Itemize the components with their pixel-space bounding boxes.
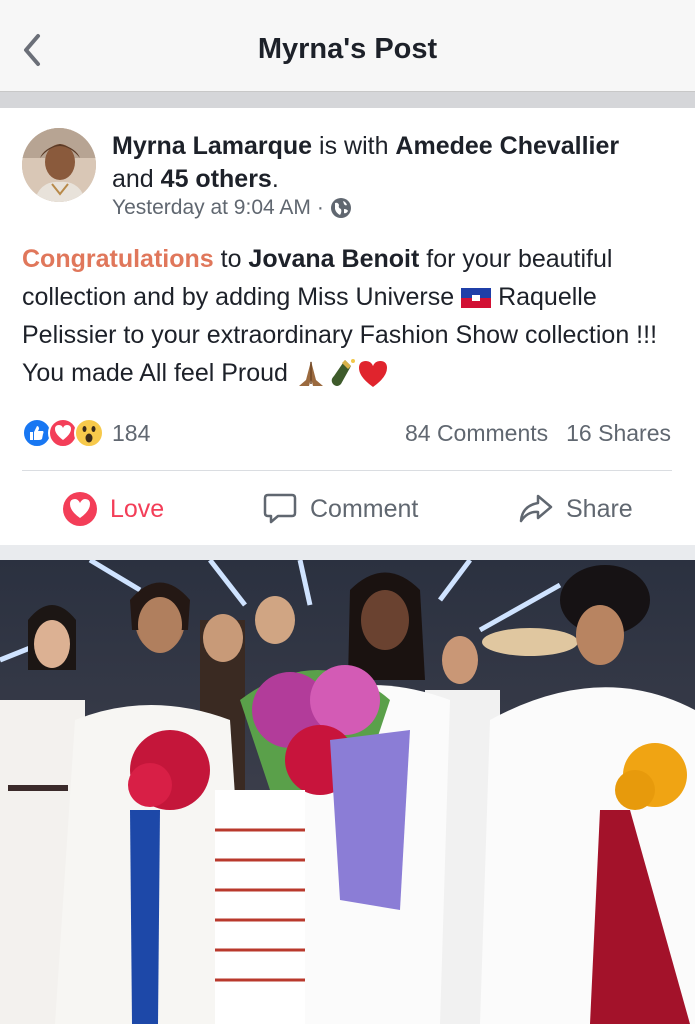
avatar[interactable]	[22, 128, 96, 202]
love-label: Love	[110, 494, 165, 523]
reaction-summary[interactable]: 184	[22, 418, 150, 448]
and-text: and	[112, 165, 161, 193]
separator	[0, 545, 695, 560]
divider	[22, 470, 672, 471]
post-card: Myrna Lamarque is with Amedee Chevallier…	[0, 108, 695, 545]
post-photo[interactable]	[0, 560, 695, 1024]
praying-hands-icon	[298, 361, 323, 387]
wow-reaction-icon	[74, 418, 104, 448]
nav-bar: Myrna's Post	[0, 0, 695, 92]
love-icon	[63, 492, 97, 526]
mention-name[interactable]: Jovana Benoit	[248, 245, 419, 273]
haiti-flag-icon	[461, 288, 492, 309]
share-icon	[519, 494, 553, 523]
share-label: Share	[566, 494, 633, 523]
globe-icon	[330, 198, 351, 218]
post-header: Myrna Lamarque is with Amedee Chevallier…	[112, 130, 672, 196]
hashtag-highlight[interactable]: Congratulations	[22, 245, 214, 273]
post-stats: 84 Comments 16 Shares	[387, 420, 671, 447]
tagged-name[interactable]: Amedee Chevallier	[395, 132, 619, 160]
author-name[interactable]: Myrna Lamarque	[112, 132, 312, 160]
separator	[0, 92, 695, 108]
action-bar: Love Comment Share	[0, 474, 695, 544]
red-heart-icon	[358, 361, 387, 388]
share-button[interactable]: Share	[518, 474, 633, 544]
comment-button[interactable]: Comment	[262, 474, 418, 544]
others-link[interactable]: 45 others	[161, 165, 272, 193]
shares-count[interactable]: 16 Shares	[566, 420, 671, 446]
timestamp[interactable]: Yesterday at 9:04 AM	[112, 196, 311, 220]
love-button[interactable]: Love	[62, 474, 164, 544]
dot-separator: ·	[316, 196, 324, 219]
champagne-bottle-icon	[331, 359, 355, 387]
comments-count[interactable]: 84 Comments	[405, 420, 548, 446]
reaction-count: 184	[112, 419, 151, 446]
body-to: to	[213, 245, 249, 273]
comment-label: Comment	[310, 494, 419, 523]
post-time: Yesterday at 9:04 AM ·	[112, 196, 352, 220]
with-text: is with	[312, 132, 396, 160]
post-body: Congratulations to Jovana Benoit for you…	[22, 240, 672, 392]
comment-icon	[263, 493, 297, 524]
page-title: Myrna's Post	[257, 33, 438, 65]
period: .	[271, 165, 279, 193]
